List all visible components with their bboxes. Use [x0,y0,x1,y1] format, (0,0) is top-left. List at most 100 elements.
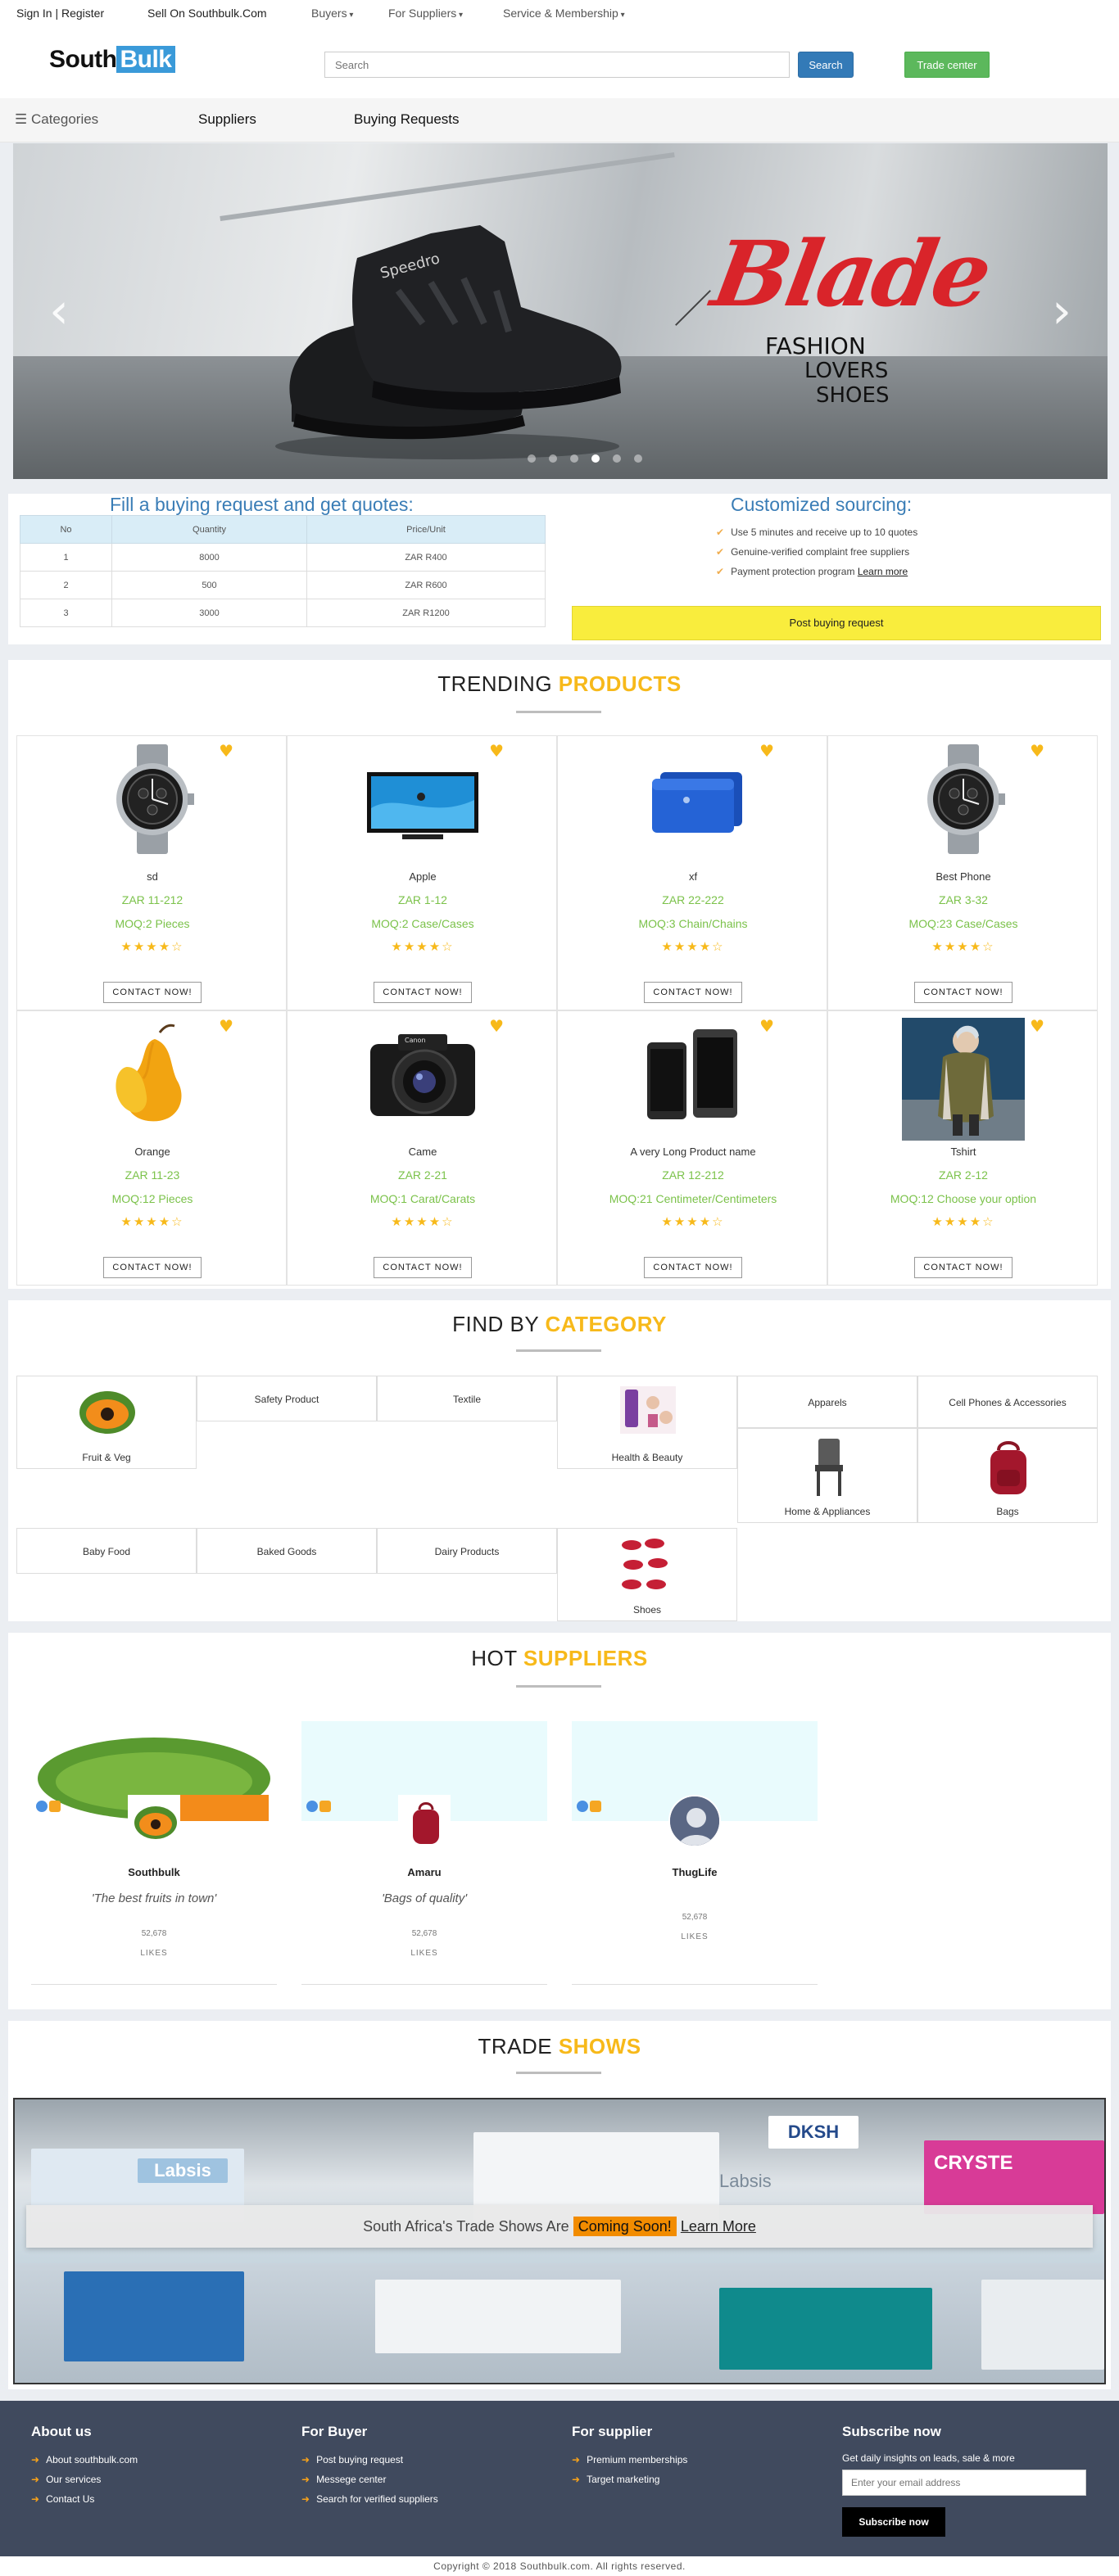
service-membership-dropdown[interactable]: Service & Membership [503,7,625,20]
product-name[interactable]: Best Phone [828,870,1099,883]
contact-now-button[interactable]: CONTACT NOW! [914,1257,1013,1278]
category-item[interactable]: Dairy Products [377,1528,557,1574]
learn-more-link[interactable]: Learn More [681,2218,756,2235]
carousel-dot[interactable] [570,454,578,463]
product-name[interactable]: sd [17,870,288,883]
phone-image[interactable] [636,1018,750,1131]
for-suppliers-dropdown[interactable]: For Suppliers [388,7,463,20]
heart-icon[interactable]: ♥ [219,1016,233,1036]
email-field[interactable] [842,2470,1086,2496]
supplier-card[interactable]: ThugLife 52,678 LIKES [572,1721,818,1985]
heart-icon[interactable]: ♥ [489,1016,504,1036]
footer-link[interactable]: ➜ Target marketing [572,2474,659,2485]
carousel-prev-icon[interactable]: ‹ [49,282,69,340]
category-item[interactable]: Baked Goods [197,1528,377,1574]
product-card[interactable]: ♥ Best Phone ZAR 3-32 MOQ:23 Case/Cases ★★★★… [827,735,1098,1010]
category-item[interactable]: Baby Food [16,1528,197,1574]
heart-icon[interactable]: ♥ [759,741,774,761]
heart-icon[interactable]: ♥ [759,1016,774,1036]
subscribe-button[interactable]: Subscribe now [842,2507,945,2537]
footer-link[interactable]: ➜ Post buying request [301,2454,403,2465]
footer-link[interactable]: ➜ Our services [31,2474,101,2485]
product-name[interactable]: Tshirt [828,1146,1099,1158]
hdd-image[interactable] [636,743,750,856]
contact-now-button[interactable]: CONTACT NOW! [103,1257,202,1278]
product-name[interactable]: A very Long Product name [558,1146,828,1158]
contact-now-button[interactable]: CONTACT NOW! [103,982,202,1003]
check-icon: ✔ [716,546,725,558]
verified-badge-icon [36,1801,48,1812]
hero-carousel[interactable]: Speedro ‹ › Blade FASHION LOVERS SHOES [13,143,1108,479]
tv-image[interactable] [365,743,480,856]
carousel-dot[interactable] [528,454,536,463]
supplier-card[interactable]: Southbulk 'The best fruits in town' 52,678… [31,1721,277,1985]
category-item[interactable]: Bags [917,1428,1098,1523]
footer-link[interactable]: ➜ Messege center [301,2474,386,2485]
search-input[interactable] [324,52,790,78]
category-item[interactable]: Safety Product [197,1376,377,1421]
nav-suppliers[interactable]: Suppliers [198,111,256,128]
heart-icon[interactable]: ♥ [1030,1016,1044,1036]
footer-link[interactable]: ➜ About southbulk.com [31,2454,138,2465]
contact-now-button[interactable]: CONTACT NOW! [374,982,472,1003]
supplier-name[interactable]: ThugLife [572,1866,818,1878]
learn-more-link[interactable]: Learn more [858,566,908,577]
contact-now-button[interactable]: CONTACT NOW! [914,982,1013,1003]
carousel-dot[interactable] [549,454,557,463]
category-item[interactable]: Cell Phones & Accessories [917,1376,1098,1428]
product-name[interactable]: Came [288,1146,558,1158]
watch-image[interactable] [913,743,1013,856]
avatar[interactable] [398,1795,451,1847]
category-item[interactable]: Home & Appliances [737,1428,917,1523]
buyers-dropdown[interactable]: Buyers [311,7,353,20]
product-name[interactable]: Apple [288,870,558,883]
carousel-dot[interactable] [613,454,621,463]
contact-now-button[interactable]: CONTACT NOW! [644,982,742,1003]
product-card[interactable]: ♥ A very Long Product name ZAR 12-212 MOQ:2… [557,1010,827,1286]
product-name[interactable]: Orange [17,1146,288,1158]
site-logo[interactable]: South Bulk [49,46,175,74]
carousel-next-icon[interactable]: › [1052,282,1071,340]
footer-link[interactable]: ➜ Search for verified suppliers [301,2493,438,2505]
category-item[interactable]: Shoes [557,1528,737,1621]
signin-link[interactable]: Sign In | Register [16,7,104,20]
product-card[interactable]: ♥ xf ZAR 22-222 MOQ:3 Chain/Chains ★★★★☆ CONT… [557,735,827,1010]
product-card[interactable]: ♥ sd ZAR 11-212 MOQ:2 Pieces ★★★★☆ CONTACT NO… [16,735,287,1010]
post-buying-request-button[interactable]: Post buying request [572,606,1101,640]
title-highlight: SHOWS [558,2034,641,2059]
product-card[interactable]: ♥ Apple ZAR 1-12 MOQ:2 Case/Cases ★★★★☆ CONTA… [287,735,557,1010]
category-item[interactable]: Health & Beauty [557,1376,737,1469]
carousel-dot[interactable] [634,454,642,463]
contact-now-button[interactable]: CONTACT NOW! [644,1257,742,1278]
pear-image[interactable] [102,1018,202,1131]
camera-image[interactable]: Canon [365,1018,480,1131]
footer-link[interactable]: ➜ Contact Us [31,2493,94,2505]
supplier-name[interactable]: Amaru [301,1866,547,1878]
trade-center-button[interactable]: Trade center [904,52,990,78]
product-card[interactable]: ♥ Orange ZAR 11-23 MOQ:12 Pieces ★★★★☆ CONTAC… [16,1010,287,1286]
contact-now-button[interactable]: CONTACT NOW! [374,1257,472,1278]
product-card[interactable]: Canon ♥ Came ZAR 2-21 MOQ:1 Carat/Carats ★★★★… [287,1010,557,1286]
heart-icon[interactable]: ♥ [1030,741,1044,761]
product-card[interactable]: ♥ Tshirt ZAR 2-12 MOQ:12 Choose your option… [827,1010,1098,1286]
product-name[interactable]: xf [558,870,828,883]
carousel-dot-active[interactable] [591,454,600,463]
categories-menu[interactable]: ☰ Categories [15,111,98,128]
main-nav: ☰ Categories Suppliers Buying Requests [0,98,1119,142]
heart-icon[interactable]: ♥ [489,741,504,761]
nav-buying-requests[interactable]: Buying Requests [354,111,460,128]
search-button[interactable]: Search [798,52,854,78]
sell-link[interactable]: Sell On Southbulk.Com [147,7,267,20]
category-item[interactable]: Textile [377,1376,557,1421]
supplier-card[interactable]: Amaru 'Bags of quality' 52,678 LIKES [301,1721,547,1985]
supplier-name[interactable]: Southbulk [31,1866,277,1878]
product-moq: MOQ:2 Case/Cases [371,917,474,930]
category-item[interactable]: Fruit & Veg [16,1376,197,1469]
person-image[interactable] [902,1018,1025,1141]
heart-icon[interactable]: ♥ [219,741,233,761]
watch-image[interactable] [102,743,202,856]
avatar[interactable] [668,1795,721,1847]
category-item[interactable]: Apparels [737,1376,917,1428]
avatar[interactable] [128,1795,180,1847]
footer-link[interactable]: ➜ Premium memberships [572,2454,687,2465]
